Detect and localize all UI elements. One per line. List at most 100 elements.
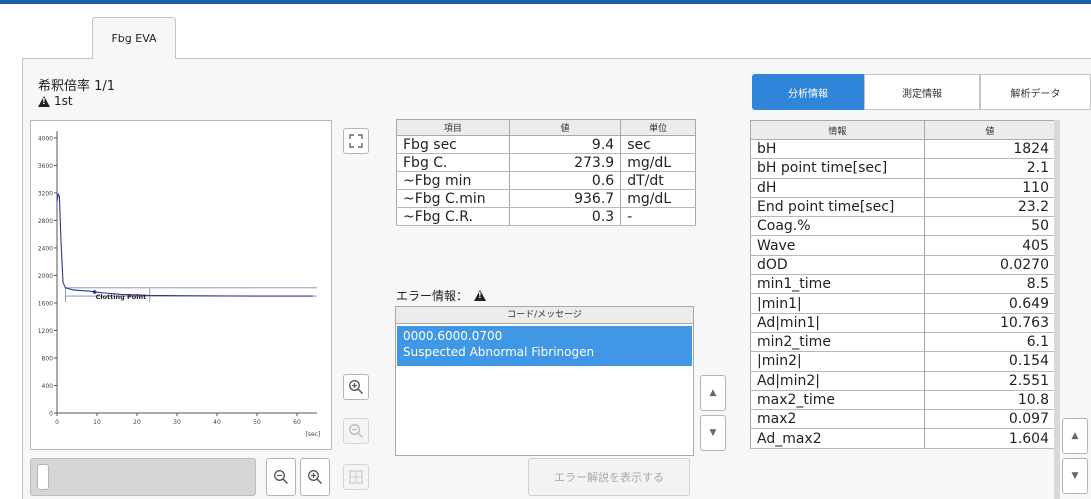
table-row[interactable]: Coag.% 50	[750, 216, 1057, 237]
results-value-cell: 936.7	[508, 189, 622, 208]
dilution-ratio: 希釈倍率 1/1	[38, 79, 116, 94]
zoom-in-vertical-button[interactable]	[343, 374, 369, 400]
info-name-cell: min1_time	[750, 274, 925, 295]
info-value-cell: 10.763	[923, 313, 1057, 333]
info-value-cell: 2.1	[923, 158, 1057, 179]
results-value-cell: 0.6	[508, 171, 622, 190]
results-col-unit: 単位	[620, 119, 696, 136]
info-value-cell: 8.5	[923, 274, 1057, 295]
tab-analysis-info[interactable]: 分析情報	[752, 74, 864, 110]
results-item-cell: Fbg C.	[396, 153, 510, 172]
y-tick-label: 2800	[38, 218, 53, 225]
results-table: 項目 値 単位 Fbg sec 9.4 sec Fbg C. 273.9 mg/dL ~Fb…	[396, 119, 696, 226]
y-tick-label: 3200	[38, 190, 53, 197]
x-unit-label: [sec]	[306, 431, 321, 438]
table-row[interactable]: max2 0.097	[750, 409, 1057, 430]
info-value-cell: 6.1	[923, 332, 1057, 353]
results-unit-cell: sec	[620, 135, 696, 154]
fullscreen-button[interactable]	[343, 128, 369, 154]
y-tick-label: 0	[49, 411, 53, 418]
run-flag: 1st	[38, 94, 73, 108]
arrow-down-icon: ▼	[709, 428, 717, 438]
table-row[interactable]: dOD 0.0270	[750, 255, 1057, 276]
tab-analysis-data[interactable]: 解析データ	[980, 74, 1091, 110]
info-scroll-down-button[interactable]: ▼	[1062, 458, 1088, 494]
tab-label: Fbg EVA	[111, 32, 157, 45]
info-name-cell: |min2|	[750, 351, 925, 372]
run-label: 1st	[54, 94, 73, 108]
table-row: Fbg sec 9.4 sec	[396, 135, 696, 154]
info-scroll-up-button[interactable]: ▲	[1062, 418, 1088, 454]
zoom-out-vertical-button[interactable]	[343, 418, 369, 444]
info-body: bH 1824 bH point time[sec] 2.1 dH 110 End poin…	[750, 139, 1057, 449]
table-row[interactable]: bH 1824	[750, 139, 1057, 160]
show-error-explanation-button[interactable]: エラー解説を表示する	[528, 458, 690, 496]
info-value-cell: 0.154	[923, 351, 1057, 372]
table-row: Fbg C. 273.9 mg/dL	[396, 153, 696, 172]
error-scroll-down-button[interactable]: ▼	[700, 415, 726, 451]
x-tick-label: 30	[173, 419, 181, 426]
info-table: 情報 値 bH 1824 bH point time[sec] 2.1 dH 110 End…	[750, 120, 1057, 449]
table-row[interactable]: Ad|min2| 2.551	[750, 371, 1057, 391]
x-tick-label: 40	[213, 419, 221, 426]
results-body: Fbg sec 9.4 sec Fbg C. 273.9 mg/dL ~Fbg min 0.6…	[396, 135, 696, 226]
info-col-value: 値	[923, 120, 1057, 140]
y-tick-label: 3600	[38, 163, 53, 170]
error-info-label: エラー情報：	[396, 287, 487, 304]
error-list: コード/メッセージ 0000.6000.0700 Suspected Abnor…	[395, 306, 694, 456]
results-unit-cell: mg/dL	[620, 153, 696, 172]
results-item-cell: Fbg sec	[396, 135, 510, 154]
tab-measurement-info[interactable]: 測定情報	[864, 74, 980, 110]
results-header-row: 項目 値 単位	[396, 119, 696, 136]
results-col-value: 値	[508, 119, 622, 136]
x-tick-label: 10	[93, 419, 101, 426]
horizontal-scroll-thumb[interactable]	[37, 464, 49, 490]
y-tick-label: 1200	[38, 328, 53, 335]
warning-icon	[474, 290, 487, 301]
error-scroll-up-button[interactable]: ▲	[700, 375, 726, 411]
warning-icon	[38, 95, 50, 107]
info-name-cell: |min1|	[750, 293, 925, 314]
info-name-cell: dOD	[750, 255, 925, 276]
error-message: Suspected Abnormal Fibrinogen	[403, 345, 595, 359]
zoom-out-horizontal-button[interactable]	[266, 458, 296, 496]
info-value-cell: 10.8	[923, 390, 1057, 411]
results-unit-cell: dT/dt	[620, 171, 696, 190]
table-row: ~Fbg C.min 936.7 mg/dL	[396, 189, 696, 208]
table-row[interactable]: min1_time 8.5	[750, 274, 1057, 295]
table-row[interactable]: Ad_max2 1.604	[750, 428, 1057, 449]
error-item[interactable]: 0000.6000.0700 Suspected Abnormal Fibrin…	[397, 326, 692, 366]
table-row[interactable]: |min2| 0.154	[750, 351, 1057, 372]
tab-fbg-eva[interactable]: Fbg EVA	[92, 17, 176, 59]
info-col-name: 情報	[750, 120, 925, 140]
info-value-cell: 405	[923, 235, 1057, 256]
error-info-text: エラー情報：	[396, 289, 469, 303]
info-scrollbar[interactable]	[1054, 120, 1060, 499]
results-item-cell: ~Fbg C.min	[396, 189, 510, 208]
info-name-cell: max2	[750, 409, 925, 430]
info-value-cell: 0.097	[923, 409, 1057, 430]
x-tick-label: 60	[293, 419, 301, 426]
results-unit-cell: -	[620, 207, 696, 226]
info-value-cell: 23.2	[923, 197, 1057, 218]
zoom-out-icon	[274, 470, 289, 485]
horizontal-scroll-track[interactable]	[30, 458, 256, 496]
table-row[interactable]: |min1| 0.649	[750, 293, 1057, 314]
results-value-cell: 273.9	[508, 153, 622, 172]
table-row[interactable]: dH 110	[750, 178, 1057, 198]
x-tick-label: 20	[133, 419, 141, 426]
y-tick-label: 1600	[38, 300, 53, 307]
fit-view-button[interactable]	[343, 464, 369, 490]
table-row[interactable]: max2_time 10.8	[750, 390, 1057, 411]
y-tick-label: 4000	[38, 135, 53, 142]
zoom-in-horizontal-button[interactable]	[300, 458, 330, 496]
table-row[interactable]: bH point time[sec] 2.1	[750, 158, 1057, 179]
y-tick-label: 800	[42, 355, 54, 362]
table-row[interactable]: Wave 405	[750, 235, 1057, 256]
table-row[interactable]: End point time[sec] 23.2	[750, 197, 1057, 218]
results-value-cell: 9.4	[508, 135, 622, 154]
info-name-cell: bH point time[sec]	[750, 158, 925, 179]
info-name-cell: max2_time	[750, 390, 925, 411]
table-row[interactable]: Ad|min1| 10.763	[750, 313, 1057, 333]
table-row[interactable]: min2_time 6.1	[750, 332, 1057, 353]
